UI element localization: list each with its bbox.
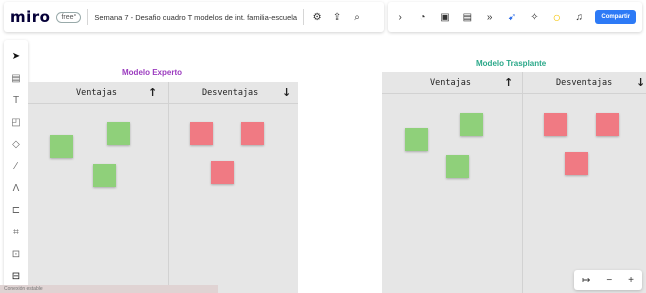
sticky-note-red[interactable] bbox=[241, 122, 264, 145]
column-label: Ventajas bbox=[76, 87, 117, 98]
sticky-note-red[interactable] bbox=[565, 152, 588, 175]
column-label: Desventajas bbox=[556, 77, 613, 88]
sticky-note-green[interactable] bbox=[107, 122, 130, 145]
miro-logo[interactable]: miro bbox=[10, 8, 50, 26]
share-button[interactable]: Compartir bbox=[595, 10, 637, 24]
sticky-note-red[interactable] bbox=[596, 113, 619, 136]
chevron-right-icon[interactable]: › bbox=[394, 12, 406, 23]
cursor-icon[interactable]: ➹ bbox=[506, 12, 518, 23]
search-icon[interactable]: ⌕ bbox=[350, 12, 364, 23]
frame-modelo-experto[interactable] bbox=[28, 82, 298, 293]
board-title[interactable]: Semana 7 - Desafio cuadro T modelos de i… bbox=[94, 13, 297, 22]
column-label: Desventajas bbox=[202, 87, 259, 98]
column-label: Ventajas bbox=[430, 77, 471, 88]
zoom-out-button[interactable]: − bbox=[606, 275, 612, 286]
divider bbox=[87, 9, 89, 25]
arrow-up-icon: ↑ bbox=[148, 86, 158, 99]
column-header-desventajas[interactable]: Desventajas ↓ bbox=[168, 82, 298, 104]
present-icon[interactable]: ▣ bbox=[439, 12, 451, 23]
sticky-note-green[interactable] bbox=[93, 164, 116, 187]
sticky-note-green[interactable] bbox=[460, 113, 483, 136]
comment-icon[interactable]: Λ bbox=[6, 180, 26, 198]
arrow-down-icon: ↓ bbox=[636, 76, 646, 89]
arrow-up-icon: ↑ bbox=[504, 76, 514, 89]
frames-icon[interactable]: ▤ bbox=[461, 12, 473, 23]
zoom-in-button[interactable]: + bbox=[628, 275, 634, 286]
collaboration-toolbar: › ◔ ▣ ▤ » ➹ ✧ ○ ♫ Compartir bbox=[388, 2, 642, 32]
fit-to-screen-icon[interactable]: ↦ bbox=[582, 275, 590, 286]
reactions-icon[interactable]: ✧ bbox=[528, 12, 540, 23]
frame-modelo-trasplante[interactable] bbox=[382, 72, 646, 293]
timer-icon[interactable]: ◔ bbox=[416, 12, 428, 23]
select-icon[interactable]: ➤ bbox=[6, 48, 26, 66]
status-bar: Conexión estable bbox=[0, 285, 218, 293]
top-toolbar: miro free° Semana 7 - Desafio cuadro T m… bbox=[4, 2, 384, 32]
column-header-ventajas[interactable]: Ventajas ↑ bbox=[382, 72, 522, 94]
column-divider bbox=[168, 82, 169, 293]
sticky-note-green[interactable] bbox=[446, 155, 469, 178]
text-icon[interactable]: T bbox=[6, 92, 26, 110]
export-icon[interactable]: ⇪ bbox=[330, 12, 344, 23]
sticky-note-red[interactable] bbox=[544, 113, 567, 136]
more-icon[interactable]: » bbox=[484, 12, 496, 23]
sticky-note-green[interactable] bbox=[50, 135, 73, 158]
template-icon[interactable]: ▤ bbox=[6, 70, 26, 88]
frame-icon[interactable]: ⊏ bbox=[6, 202, 26, 220]
creation-toolbar: ➤ ▤ T ◰ ◇ ∕ Λ ⊏ ⌗ ⊡ ⊟ bbox=[4, 40, 28, 292]
column-divider bbox=[522, 72, 523, 293]
sticky-note-red[interactable] bbox=[211, 161, 234, 184]
sticky-note-icon[interactable]: ◰ bbox=[6, 114, 26, 132]
zoom-controls: ↦ − + bbox=[574, 270, 642, 290]
sticky-note-red[interactable] bbox=[190, 122, 213, 145]
plan-badge[interactable]: free° bbox=[56, 11, 82, 23]
bell-icon[interactable]: ♫ bbox=[573, 12, 585, 23]
frame-title-trasplante[interactable]: Modelo Trasplante bbox=[476, 59, 546, 68]
frame-title-experto[interactable]: Modelo Experto bbox=[122, 68, 182, 77]
arrow-down-icon: ↓ bbox=[282, 86, 292, 99]
shapes-icon[interactable]: ◇ bbox=[6, 136, 26, 154]
board-panel-icon[interactable]: ⊟ bbox=[6, 268, 26, 286]
upload-icon[interactable]: ⊡ bbox=[6, 246, 26, 264]
settings-icon[interactable]: ⚙ bbox=[310, 12, 324, 23]
column-header-desventajas[interactable]: Desventajas ↓ bbox=[522, 72, 646, 94]
avatar-icon[interactable]: ○ bbox=[551, 9, 563, 25]
divider bbox=[303, 9, 305, 25]
column-header-ventajas[interactable]: Ventajas ↑ bbox=[28, 82, 168, 104]
grid-icon[interactable]: ⌗ bbox=[6, 224, 26, 242]
sticky-note-green[interactable] bbox=[405, 128, 428, 151]
pen-icon[interactable]: ∕ bbox=[6, 158, 26, 176]
